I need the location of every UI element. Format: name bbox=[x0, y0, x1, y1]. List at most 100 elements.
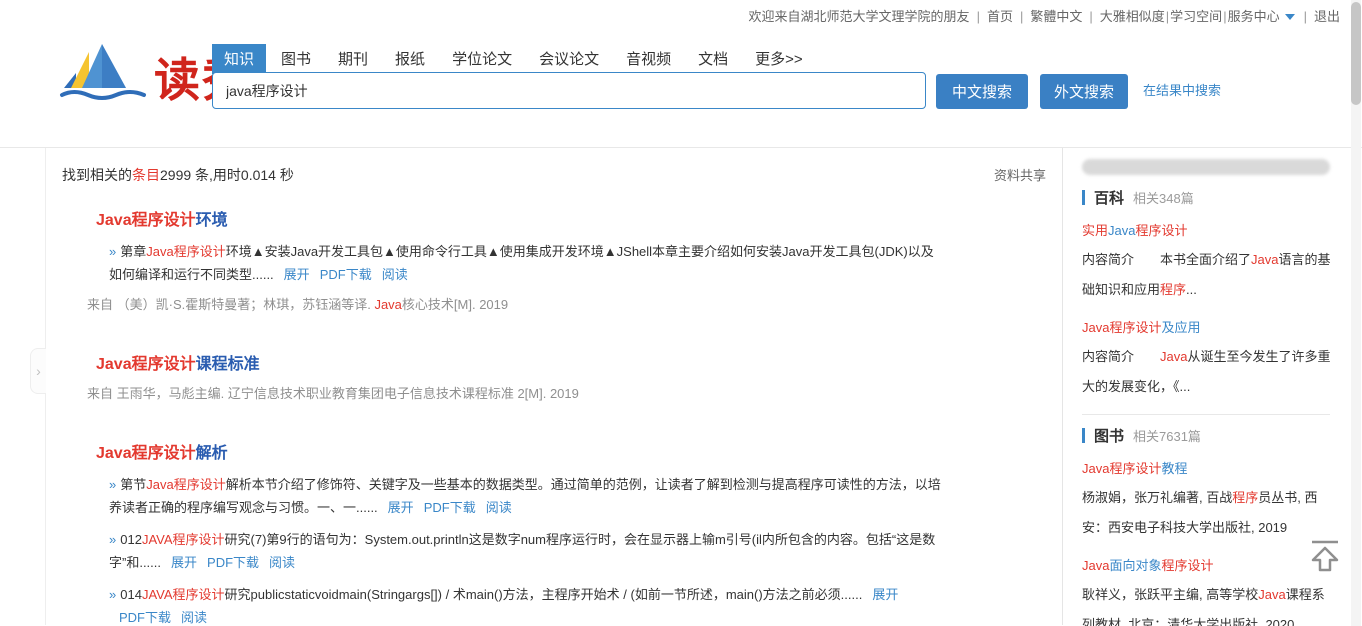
snippet-action-展开[interactable]: 展开 bbox=[171, 555, 197, 570]
text-part: 核心技术[M]. 2019 bbox=[402, 297, 508, 312]
separator: | bbox=[977, 9, 980, 24]
tab-更多>>[interactable]: 更多>> bbox=[743, 44, 815, 74]
text-part: 解析 bbox=[196, 445, 228, 462]
text-part: 研究publicstaticvoidmain(Stringargs[]) / 术… bbox=[225, 587, 863, 602]
top-daya-similarity-link[interactable]: 大雅相似度 bbox=[1100, 9, 1165, 24]
snippet-action-展开[interactable]: 展开 bbox=[872, 587, 898, 602]
tab-会议论文[interactable]: 会议论文 bbox=[527, 44, 611, 74]
result-item: Java程序设计解析»第节Java程序设计解析本节介绍了修饰符、关键字及一些基本… bbox=[46, 444, 1062, 626]
sidebar-item-link[interactable]: Java程序设计教程 bbox=[1082, 455, 1333, 483]
text-part: Java bbox=[1258, 587, 1285, 602]
separator: | bbox=[1223, 9, 1226, 24]
snippet-action-PDF下载[interactable]: PDF下载 bbox=[119, 610, 171, 625]
snippet-action-展开[interactable]: 展开 bbox=[284, 267, 310, 282]
text-part: 内容简介 本书全面介绍了 bbox=[1082, 252, 1251, 267]
result-snippet: »第章Java程序设计环境▲安装Java开发工具包▲使用命令行工具▲使用集成开发… bbox=[109, 240, 941, 286]
tab-报纸[interactable]: 报纸 bbox=[383, 44, 437, 74]
text-part: 第节 bbox=[120, 477, 146, 492]
text-part: Java bbox=[1108, 223, 1135, 238]
scrollbar-track[interactable] bbox=[1351, 0, 1361, 626]
top-home-link[interactable]: 首页 bbox=[987, 9, 1013, 24]
chevron-down-icon bbox=[1285, 14, 1295, 20]
sidebar-section-header: 百科相关348篇 bbox=[1082, 187, 1333, 208]
text-part: 012 bbox=[120, 532, 142, 547]
search-input[interactable] bbox=[212, 72, 926, 109]
related-sidebar: 百科相关348篇实用Java程序设计内容简介 本书全面介绍了Java语言的基础知… bbox=[1063, 148, 1347, 625]
snippet-action-阅读[interactable]: 阅读 bbox=[269, 555, 295, 570]
scrollbar-thumb[interactable] bbox=[1351, 2, 1361, 105]
text-part: 课程标准 bbox=[196, 356, 260, 373]
sidebar-item-link[interactable]: Java面向对象程序设计 bbox=[1082, 552, 1333, 580]
tab-音视频[interactable]: 音视频 bbox=[614, 44, 683, 74]
section-count: 相关348篇 bbox=[1133, 188, 1194, 207]
results-column: 找到相关的条目2999 条,用时0.014 秒 资料共享 Java程序设计环境 »… bbox=[46, 148, 1063, 625]
search-category-tabs: 知识图书期刊报纸学位论文会议论文音视频文档更多>> bbox=[212, 44, 818, 74]
content-area: 找到相关的条目2999 条,用时0.014 秒 资料共享 Java程序设计环境 »… bbox=[45, 148, 1362, 625]
result-source: 来自 （美）凯·S.霍斯特曼著；林琪，苏钰涵等译. Java核心技术[M]. 2… bbox=[87, 295, 1062, 315]
snippet-action-PDF下载[interactable]: PDF下载 bbox=[207, 555, 259, 570]
sidebar-item-desc: 耿祥义，张跃平主编, 高等学校Java课程系列教材, 北京：清华大学出版社, 2… bbox=[1082, 580, 1333, 626]
snippet-action-展开[interactable]: 展开 bbox=[388, 500, 414, 515]
text-part: 来自 王雨华，马彪主编. 辽宁信息技术职业教育集团电子信息技术课程标准 2[M]… bbox=[87, 386, 579, 401]
foreign-search-button[interactable]: 外文搜索 bbox=[1040, 74, 1128, 109]
snippet-action-阅读[interactable]: 阅读 bbox=[486, 500, 512, 515]
result-title-link[interactable]: Java程序设计解析 bbox=[96, 444, 1062, 464]
text-part: 及应用 bbox=[1161, 320, 1200, 335]
search-within-results-link[interactable]: 在结果中搜索 bbox=[1143, 80, 1221, 99]
sidebar-item-link[interactable]: Java程序设计及应用 bbox=[1082, 314, 1333, 342]
results-list: Java程序设计环境»第章Java程序设计环境▲安装Java开发工具包▲使用命令… bbox=[46, 211, 1062, 626]
snippet-action-PDF下载[interactable]: PDF下载 bbox=[424, 500, 476, 515]
chevron-right-icon: › bbox=[36, 363, 41, 379]
chinese-search-button[interactable]: 中文搜索 bbox=[936, 74, 1028, 109]
top-logout-link[interactable]: 退出 bbox=[1314, 9, 1340, 24]
search-header: 读秀 知识图书期刊报纸学位论文会议论文音视频文档更多>> 中文搜索 外文搜索 在… bbox=[0, 30, 1362, 148]
tab-图书[interactable]: 图书 bbox=[269, 44, 323, 74]
text-part: ... bbox=[1186, 282, 1197, 297]
double-angle-icon: » bbox=[109, 532, 116, 547]
snippet-action-阅读[interactable]: 阅读 bbox=[181, 610, 207, 625]
section-title: 图书 bbox=[1094, 425, 1124, 446]
text-part: Java程序设计 bbox=[96, 212, 196, 229]
share-materials-link[interactable]: 资料共享 bbox=[994, 165, 1046, 185]
text-part: Java程序设计 bbox=[96, 356, 196, 373]
tab-学位论文[interactable]: 学位论文 bbox=[440, 44, 524, 74]
sailboat-logo-icon bbox=[58, 42, 150, 111]
text-part: 条目 bbox=[132, 167, 160, 183]
separator: | bbox=[1304, 9, 1307, 24]
text-part: 内容简介 bbox=[1082, 349, 1160, 364]
results-count-text: 找到相关的条目2999 条,用时0.014 秒 bbox=[62, 165, 294, 185]
text-part: 程序 bbox=[1232, 490, 1258, 505]
top-bar-links: 欢迎来自湖北师范大学文理学院的朋友|首页|繁體中文|大雅相似度|学习空间|服务中… bbox=[749, 6, 1340, 25]
snippet-action-PDF下载[interactable]: PDF下载 bbox=[320, 267, 372, 282]
expand-filter-panel-tab[interactable]: › bbox=[30, 348, 46, 394]
separator: | bbox=[1020, 9, 1023, 24]
text-part: Java bbox=[1251, 252, 1278, 267]
text-part: 环境▲安装Java开发工具包▲使用命令行工具▲使用集成开发环境▲JShell本章… bbox=[109, 244, 934, 282]
result-title-link[interactable]: Java程序设计课程标准 bbox=[96, 355, 1062, 375]
top-service-center-link[interactable]: 服务中心 bbox=[1228, 9, 1280, 24]
result-source: 来自 王雨华，马彪主编. 辽宁信息技术职业教育集团电子信息技术课程标准 2[M]… bbox=[87, 384, 1062, 404]
results-header: 找到相关的条目2999 条,用时0.014 秒 资料共享 bbox=[46, 165, 1062, 185]
result-title-link[interactable]: Java程序设计环境 bbox=[96, 211, 1062, 231]
back-to-top-button[interactable] bbox=[1310, 539, 1340, 578]
tab-知识[interactable]: 知识 bbox=[212, 44, 266, 74]
double-angle-icon: » bbox=[109, 587, 116, 602]
sidebar-section-header: 图书相关7631篇 bbox=[1082, 425, 1333, 446]
sidebar-item-link[interactable]: 实用Java程序设计 bbox=[1082, 217, 1333, 245]
blurred-banner bbox=[1082, 159, 1330, 175]
snippet-action-阅读[interactable]: 阅读 bbox=[382, 267, 408, 282]
text-part: 第章 bbox=[120, 244, 146, 259]
result-item: Java程序设计课程标准来自 王雨华，马彪主编. 辽宁信息技术职业教育集团电子信… bbox=[46, 355, 1062, 404]
top-traditional-chinese-link[interactable]: 繁體中文 bbox=[1030, 9, 1082, 24]
result-snippet: »014JAVA程序设计研究publicstaticvoidmain(Strin… bbox=[109, 583, 941, 626]
separator: | bbox=[1089, 9, 1092, 24]
sidebar-item-desc: 杨淑娟，张万礼编著, 百战程序员丛书, 西安：西安电子科技大学出版社, 2019 bbox=[1082, 483, 1333, 543]
tab-文档[interactable]: 文档 bbox=[686, 44, 740, 74]
sidebar-sections: 百科相关348篇实用Java程序设计内容简介 本书全面介绍了Java语言的基础知… bbox=[1082, 187, 1333, 626]
text-part: Java程序设计 bbox=[146, 477, 225, 492]
top-learning-space-link[interactable]: 学习空间 bbox=[1170, 9, 1222, 24]
text-part: 教程 bbox=[1161, 461, 1187, 476]
text-part: JAVA程序设计 bbox=[142, 532, 225, 547]
tab-期刊[interactable]: 期刊 bbox=[326, 44, 380, 74]
text-part: 程序 bbox=[1160, 282, 1186, 297]
